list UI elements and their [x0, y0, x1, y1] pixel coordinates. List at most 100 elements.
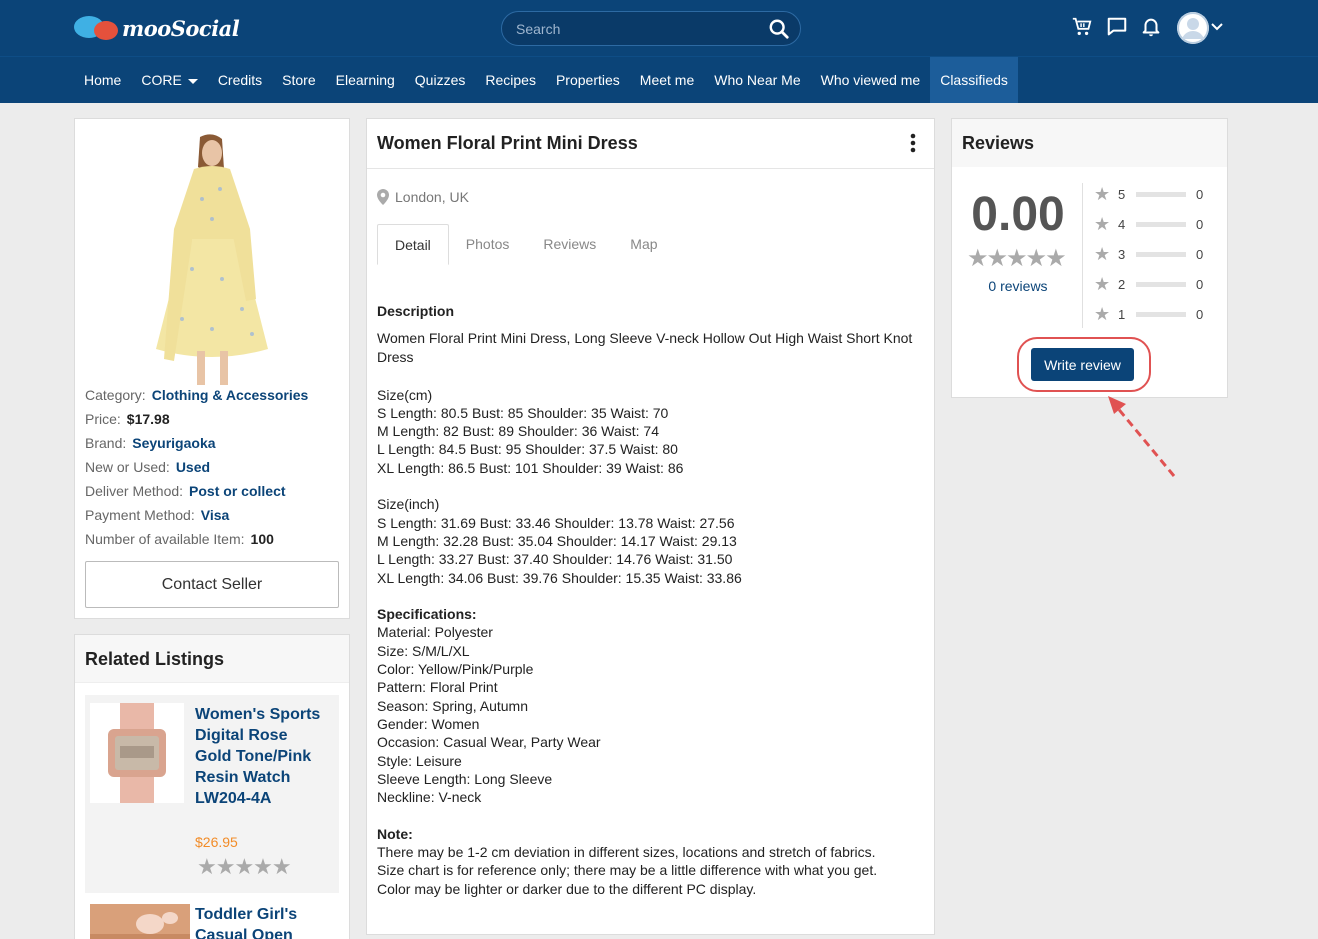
size-cm-line: M Length: 82 Bust: 89 Shoulder: 36 Waist…: [377, 423, 659, 440]
write-review-highlight: [1017, 337, 1151, 392]
related-listings-header: Related Listings: [75, 635, 349, 683]
attr-category-value[interactable]: Clothing & Accessories: [152, 387, 309, 403]
user-avatar[interactable]: [1177, 12, 1209, 44]
nav-classifieds[interactable]: Classifieds: [930, 57, 1018, 103]
size-inch-line: XL Length: 34.06 Bust: 39.76 Shoulder: 1…: [377, 569, 742, 586]
more-options-icon[interactable]: [910, 133, 916, 153]
nav-store[interactable]: Store: [272, 57, 325, 103]
spec-line: Style: Leisure: [377, 752, 462, 769]
spec-line: Color: Yellow/Pink/Purple: [377, 661, 534, 678]
chevron-down-icon[interactable]: [1210, 20, 1224, 34]
note-line: Color may be lighter or darker due to th…: [377, 880, 757, 897]
spec-line: Pattern: Floral Print: [377, 679, 498, 696]
note-line: There may be 1-2 cm deviation in differe…: [377, 844, 876, 861]
map-pin-icon: [377, 189, 389, 205]
nav-properties[interactable]: Properties: [546, 57, 630, 103]
description-heading: Description: [377, 303, 455, 319]
attr-payment-method: Payment Method: Visa: [85, 507, 229, 523]
attr-payment-value[interactable]: Visa: [201, 507, 230, 523]
attr-condition: New or Used: Used: [85, 459, 210, 475]
size-cm-line: S Length: 80.5 Bust: 85 Shoulder: 35 Wai…: [377, 404, 669, 421]
rating-level: 2: [1118, 276, 1126, 292]
star-icon: ★: [1094, 303, 1111, 324]
spec-line: Season: Spring, Autumn: [377, 697, 528, 714]
rating-bar: [1136, 221, 1186, 227]
search-box: [501, 11, 801, 46]
tab-map[interactable]: Map: [613, 224, 674, 265]
description-intro: Women Floral Print Mini Dress, Long Slee…: [377, 330, 913, 366]
annotation-arrow-icon: [1108, 396, 1176, 477]
rating-level: 1: [1118, 306, 1126, 322]
related-listing-name[interactable]: Women's Sports Digital Rose Gold Tone/Pi…: [195, 704, 325, 809]
related-listing-name-2[interactable]: Toddler Girl's Casual Open: [195, 904, 325, 939]
related-listing-price: $26.95: [195, 834, 238, 850]
rating-bar: [1136, 251, 1186, 257]
reviews-header: Reviews: [952, 119, 1227, 167]
contact-seller-button[interactable]: Contact Seller: [85, 561, 339, 608]
attr-available-items: Number of available Item: 100: [85, 531, 274, 547]
listing-description: Description Women Floral Print Mini Dres…: [377, 302, 917, 898]
attr-price: Price: $17.98: [85, 411, 170, 427]
attr-brand-value[interactable]: Seyurigaoka: [132, 435, 215, 451]
nav-home[interactable]: Home: [74, 57, 131, 103]
attr-condition-value[interactable]: Used: [176, 459, 210, 475]
size-inch-line: S Length: 31.69 Bust: 33.46 Shoulder: 13…: [377, 514, 735, 531]
listing-location-text: London, UK: [395, 189, 469, 205]
spec-line: Sleeve Length: Long Sleeve: [377, 770, 553, 787]
size-cm-title: Size(cm): [377, 386, 433, 403]
star-icon: ★: [1094, 183, 1111, 204]
rating-level: 4: [1118, 216, 1126, 232]
size-cm-line: XL Length: 86.5 Bust: 101 Shoulder: 39 W…: [377, 459, 684, 476]
messages-icon[interactable]: [1106, 16, 1128, 38]
nav-recipes[interactable]: Recipes: [475, 57, 546, 103]
spec-line: Material: Polyester: [377, 624, 493, 641]
rating-level: 3: [1118, 246, 1126, 262]
watch-thumbnail[interactable]: [90, 703, 184, 803]
attr-category: Category: Clothing & Accessories: [85, 387, 308, 403]
attr-available-value: 100: [250, 531, 274, 547]
site-logo[interactable]: mooSocial: [74, 13, 240, 43]
nav-who-near-me[interactable]: Who Near Me: [704, 57, 810, 103]
rating-bar-row: ★ 5 0: [1094, 184, 1203, 204]
nav-core-label: CORE: [141, 72, 182, 88]
size-cm-line: L Length: 84.5 Bust: 95 Shoulder: 37.5 W…: [377, 441, 678, 458]
related-listing-rating-stars: ★★★★★: [197, 854, 292, 879]
nav-quizzes[interactable]: Quizzes: [405, 57, 476, 103]
star-icon: ★: [1094, 243, 1111, 264]
related-listing-item[interactable]: Women's Sports Digital Rose Gold Tone/Pi…: [85, 695, 339, 893]
tab-reviews[interactable]: Reviews: [526, 224, 613, 265]
attr-available-label: Number of available Item:: [85, 531, 245, 547]
nav-credits[interactable]: Credits: [208, 57, 272, 103]
search-input[interactable]: [516, 18, 756, 40]
nav-core[interactable]: CORE: [131, 57, 207, 103]
spec-line: Neckline: V-neck: [377, 789, 482, 806]
reviews-count-link[interactable]: 0 reviews: [968, 278, 1068, 294]
logo-text: mooSocial: [122, 15, 240, 41]
rating-count: 0: [1196, 216, 1204, 232]
notifications-bell-icon[interactable]: [1140, 16, 1162, 38]
spec-line: Occasion: Casual Wear, Party Wear: [377, 734, 601, 751]
rating-count: 0: [1196, 306, 1204, 322]
attr-price-value: $17.98: [126, 411, 170, 427]
listing-info-panel: Category: Clothing & Accessories Price: $1…: [74, 118, 350, 619]
average-rating-stars: ★★★★★: [967, 245, 1067, 272]
cart-icon[interactable]: [1071, 16, 1093, 38]
listing-tabs: Detail Photos Reviews Map: [377, 224, 675, 265]
attr-deliver-value[interactable]: Post or collect: [189, 483, 285, 499]
attr-price-label: Price:: [85, 411, 121, 427]
product-photo[interactable]: [142, 129, 282, 385]
attr-payment-label: Payment Method:: [85, 507, 195, 523]
toddler-listing-thumbnail[interactable]: [90, 904, 190, 939]
attr-brand-label: Brand:: [85, 435, 127, 451]
nav-elearning[interactable]: Elearning: [326, 57, 405, 103]
listing-title: Women Floral Print Mini Dress: [377, 133, 638, 153]
tab-photos[interactable]: Photos: [449, 224, 527, 265]
rating-bar-row: ★ 3 0: [1094, 244, 1203, 264]
rating-count: 0: [1196, 276, 1204, 292]
rating-count: 0: [1196, 246, 1204, 262]
tab-detail[interactable]: Detail: [377, 224, 449, 265]
attr-deliver-method: Deliver Method: Post or collect: [85, 483, 286, 499]
nav-who-viewed-me[interactable]: Who viewed me: [811, 57, 931, 103]
search-icon[interactable]: [768, 18, 790, 40]
nav-meet-me[interactable]: Meet me: [630, 57, 704, 103]
